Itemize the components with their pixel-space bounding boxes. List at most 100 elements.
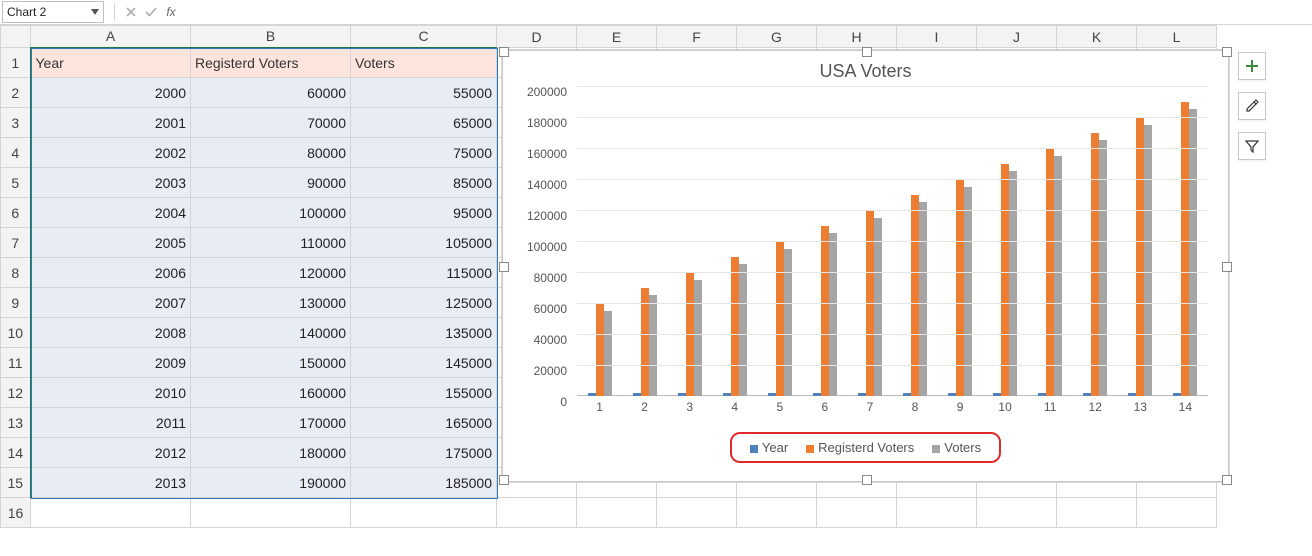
cell[interactable]: 115000 bbox=[351, 258, 497, 288]
cell[interactable] bbox=[351, 498, 497, 528]
cell[interactable] bbox=[977, 498, 1057, 528]
row-header[interactable]: 1 bbox=[1, 48, 31, 78]
cell[interactable]: 100000 bbox=[191, 198, 351, 228]
cell[interactable]: 80000 bbox=[191, 138, 351, 168]
bar-registered[interactable] bbox=[1001, 164, 1009, 397]
bar-registered[interactable] bbox=[1181, 102, 1189, 397]
cell[interactable]: 70000 bbox=[191, 108, 351, 138]
cell[interactable]: 85000 bbox=[351, 168, 497, 198]
column-header[interactable]: L bbox=[1137, 26, 1217, 48]
legend-item-voters[interactable]: Voters bbox=[932, 440, 981, 455]
cell[interactable]: 90000 bbox=[191, 168, 351, 198]
bar-voters[interactable] bbox=[829, 233, 837, 396]
resize-handle[interactable] bbox=[862, 47, 872, 57]
cell[interactable]: 65000 bbox=[351, 108, 497, 138]
bar-voters[interactable] bbox=[1009, 171, 1017, 396]
legend-item-registered[interactable]: Registerd Voters bbox=[806, 440, 914, 455]
cell[interactable] bbox=[817, 498, 897, 528]
chart-elements-button[interactable] bbox=[1238, 52, 1266, 80]
bar-registered[interactable] bbox=[956, 179, 964, 396]
chart-filter-button[interactable] bbox=[1238, 132, 1266, 160]
chart-styles-button[interactable] bbox=[1238, 92, 1266, 120]
bar-voters[interactable] bbox=[874, 218, 882, 396]
cell[interactable]: 2006 bbox=[31, 258, 191, 288]
bar-year[interactable] bbox=[678, 393, 686, 396]
cell[interactable]: 165000 bbox=[351, 408, 497, 438]
cell[interactable]: Registerd Voters bbox=[191, 48, 351, 78]
resize-handle[interactable] bbox=[1222, 475, 1232, 485]
bar-voters[interactable] bbox=[919, 202, 927, 396]
bar-year[interactable] bbox=[948, 393, 956, 396]
cell[interactable]: 2003 bbox=[31, 168, 191, 198]
row-header[interactable]: 3 bbox=[1, 108, 31, 138]
bar-voters[interactable] bbox=[694, 280, 702, 396]
cell[interactable] bbox=[577, 498, 657, 528]
row-header[interactable]: 4 bbox=[1, 138, 31, 168]
cell[interactable]: 135000 bbox=[351, 318, 497, 348]
row-header[interactable]: 2 bbox=[1, 78, 31, 108]
cell[interactable]: 2002 bbox=[31, 138, 191, 168]
name-box[interactable]: Chart 2 bbox=[2, 1, 104, 23]
bar-year[interactable] bbox=[813, 393, 821, 396]
name-box-dropdown-icon[interactable] bbox=[89, 6, 101, 18]
resize-handle[interactable] bbox=[1222, 262, 1232, 272]
cell[interactable]: 2013 bbox=[31, 468, 191, 498]
bar-voters[interactable] bbox=[604, 311, 612, 396]
resize-handle[interactable] bbox=[499, 262, 509, 272]
bar-year[interactable] bbox=[858, 393, 866, 396]
bar-registered[interactable] bbox=[821, 226, 829, 397]
bar-year[interactable] bbox=[588, 393, 596, 396]
cell[interactable] bbox=[657, 498, 737, 528]
cell[interactable] bbox=[1137, 498, 1217, 528]
cancel-entry-icon[interactable] bbox=[121, 2, 141, 22]
bar-voters[interactable] bbox=[1054, 156, 1062, 396]
resize-handle[interactable] bbox=[862, 475, 872, 485]
cell[interactable] bbox=[191, 498, 351, 528]
bar-year[interactable] bbox=[993, 393, 1001, 396]
row-header[interactable]: 9 bbox=[1, 288, 31, 318]
cell[interactable]: 155000 bbox=[351, 378, 497, 408]
column-header[interactable]: J bbox=[977, 26, 1057, 48]
cell[interactable]: 120000 bbox=[191, 258, 351, 288]
column-header[interactable]: B bbox=[191, 26, 351, 48]
cell[interactable]: 180000 bbox=[191, 438, 351, 468]
cell[interactable]: 2008 bbox=[31, 318, 191, 348]
cell[interactable]: 175000 bbox=[351, 438, 497, 468]
bar-year[interactable] bbox=[768, 393, 776, 396]
cell[interactable]: 2010 bbox=[31, 378, 191, 408]
cell[interactable]: 130000 bbox=[191, 288, 351, 318]
bar-registered[interactable] bbox=[596, 303, 604, 396]
cell[interactable]: 145000 bbox=[351, 348, 497, 378]
row-header[interactable]: 10 bbox=[1, 318, 31, 348]
column-header[interactable]: E bbox=[577, 26, 657, 48]
column-header[interactable]: K bbox=[1057, 26, 1137, 48]
cell[interactable]: 95000 bbox=[351, 198, 497, 228]
cell[interactable]: 2011 bbox=[31, 408, 191, 438]
bar-registered[interactable] bbox=[1136, 117, 1144, 396]
cell[interactable] bbox=[1057, 498, 1137, 528]
column-header[interactable]: C bbox=[351, 26, 497, 48]
cell[interactable] bbox=[737, 498, 817, 528]
cell[interactable] bbox=[31, 498, 191, 528]
bar-registered[interactable] bbox=[1091, 133, 1099, 397]
fx-icon[interactable]: fx bbox=[161, 2, 181, 22]
cell[interactable]: 105000 bbox=[351, 228, 497, 258]
bar-voters[interactable] bbox=[1144, 125, 1152, 396]
cell[interactable]: 140000 bbox=[191, 318, 351, 348]
row-header[interactable]: 11 bbox=[1, 348, 31, 378]
resize-handle[interactable] bbox=[1222, 47, 1232, 57]
row-header[interactable]: 14 bbox=[1, 438, 31, 468]
bar-year[interactable] bbox=[723, 393, 731, 396]
bar-registered[interactable] bbox=[776, 241, 784, 396]
column-header[interactable]: F bbox=[657, 26, 737, 48]
resize-handle[interactable] bbox=[499, 47, 509, 57]
cell[interactable]: 185000 bbox=[351, 468, 497, 498]
select-all-corner[interactable] bbox=[1, 26, 31, 48]
row-header[interactable]: 15 bbox=[1, 468, 31, 498]
cell[interactable]: 55000 bbox=[351, 78, 497, 108]
bar-year[interactable] bbox=[1128, 393, 1136, 396]
formula-input[interactable] bbox=[181, 2, 1312, 22]
legend-item-year[interactable]: Year bbox=[750, 440, 788, 455]
column-header[interactable]: G bbox=[737, 26, 817, 48]
confirm-entry-icon[interactable] bbox=[141, 2, 161, 22]
